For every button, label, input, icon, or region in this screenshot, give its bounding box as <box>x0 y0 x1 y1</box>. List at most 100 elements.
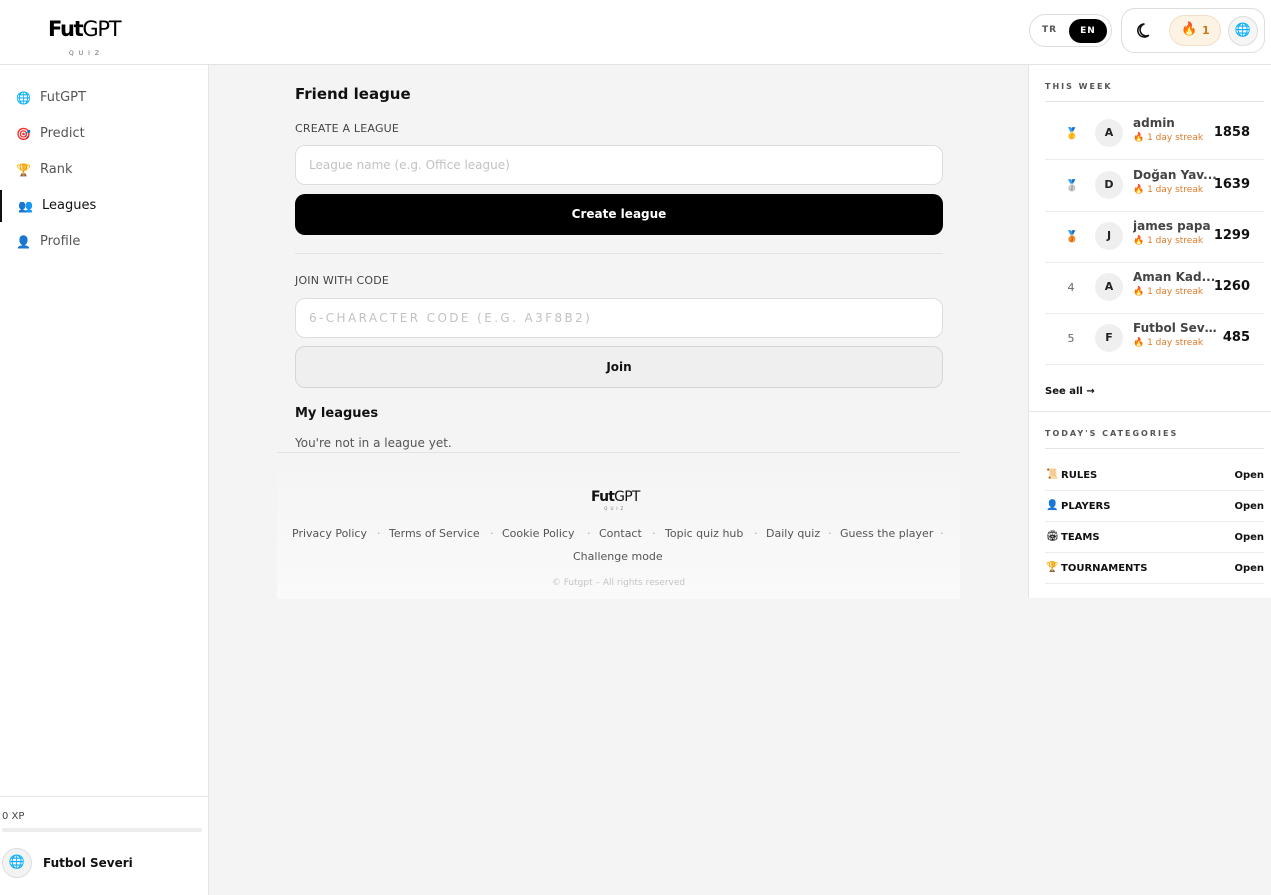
xp-label: 0 XP <box>2 811 25 822</box>
sidebar-item-futgpt[interactable]: 🌐 FutGPT <box>0 82 209 114</box>
xp-progress-bar <box>2 828 202 832</box>
sidebar-item-label: FutGPT <box>40 90 86 105</box>
language-toggle[interactable]: TR EN <box>1029 14 1112 47</box>
streak-text: 🔥 1 day streak <box>1133 185 1204 195</box>
join-code-input[interactable]: 6-CHARACTER CODE (E.G. A3F8B2) <box>295 298 943 338</box>
footer-logo-subtitle: QUIZ <box>604 506 627 511</box>
moon-icon[interactable] <box>1134 19 1156 41</box>
streak-label: 1 day streak <box>1147 185 1204 195</box>
category-row-players[interactable]: 👤 PLAYERS Open <box>1045 491 1264 522</box>
streak-badge[interactable]: 🔥 1 <box>1169 15 1221 46</box>
sidebar-item-label: Predict <box>40 126 85 141</box>
leaderboard-avatar: D <box>1095 171 1123 199</box>
page-title: Friend league <box>295 85 411 103</box>
footer-separator: · <box>652 527 656 540</box>
logo-text-bold: Fut <box>48 17 84 41</box>
sidebar-item-predict[interactable]: 🎯 Predict <box>0 118 209 150</box>
trophy-icon: 🏆 <box>16 163 31 177</box>
right-panel: THIS WEEK 🥇 A admin 🔥 1 day streak 1858 … <box>1028 65 1271 598</box>
category-open-link[interactable]: Open <box>1234 470 1264 481</box>
user-name[interactable]: Futbol Severi <box>43 856 133 870</box>
footer-link-privacy[interactable]: Privacy Policy <box>292 527 367 540</box>
panel-divider <box>1029 411 1271 412</box>
leaderboard-row[interactable]: 5 F Futbol Severi 🔥 1 day streak 485 <box>1045 314 1264 365</box>
copyright-text: © Futgpt – All rights reserved <box>551 578 686 588</box>
leaderboard-avatar: F <box>1095 324 1123 352</box>
footer-separator: · <box>940 527 944 540</box>
leaderboard-row[interactable]: 4 A Aman Kad... 🔥 1 day streak 1260 <box>1045 263 1264 314</box>
leaderboard-row[interactable]: 🥇 A admin 🔥 1 day streak 1858 <box>1045 109 1264 160</box>
users-icon: 👥 <box>18 199 33 213</box>
heading-divider <box>1045 101 1264 102</box>
my-leagues-title: My leagues <box>295 406 379 421</box>
sidebar-item-label: Leagues <box>42 198 97 213</box>
league-name-input[interactable]: League name (e.g. Office league) <box>295 145 943 185</box>
leaderboard-name: james papa <box>1133 219 1211 233</box>
user-avatar-button[interactable]: 🌐 <box>1228 16 1258 46</box>
category-open-link[interactable]: Open <box>1234 563 1264 574</box>
person-icon: 👤 <box>1046 500 1059 511</box>
lang-tr-option[interactable]: TR <box>1042 25 1057 35</box>
streak-label: 1 day streak <box>1147 338 1204 348</box>
scroll-icon: 📜 <box>1046 469 1059 480</box>
streak-label: 1 day streak <box>1147 133 1204 143</box>
person-icon: 👤 <box>16 235 31 249</box>
join-button[interactable]: Join <box>295 346 943 388</box>
streak-text: 🔥 1 day streak <box>1133 133 1204 143</box>
category-row-teams[interactable]: 🏟 TEAMS Open <box>1045 522 1264 553</box>
category-row-tournaments[interactable]: 🏆 TOURNAMENTS Open <box>1045 553 1264 584</box>
empty-leagues-text: You're not in a league yet. <box>295 436 452 450</box>
stadium-icon: 🏟 <box>1046 531 1059 542</box>
sidebar: 🌐 FutGPT 🎯 Predict 🏆 Rank 👥 Leagues 👤 Pr… <box>0 65 209 895</box>
join-code-placeholder: 6-CHARACTER CODE (E.G. A3F8B2) <box>309 311 593 325</box>
create-league-button[interactable]: Create league <box>295 194 943 235</box>
categories-heading: TODAY'S CATEGORIES <box>1045 429 1179 438</box>
streak-text: 🔥 1 day streak <box>1133 338 1204 348</box>
leaderboard-score: 1260 <box>1213 279 1250 294</box>
heading-divider <box>1045 448 1264 449</box>
silver-medal-icon: 🥈 <box>1065 179 1079 192</box>
streak-count: 1 <box>1202 24 1210 37</box>
footer-link-topic-hub[interactable]: Topic quiz hub <box>665 527 743 540</box>
leaderboard-name: Doğan Yav... <box>1133 168 1217 182</box>
footer-link-challenge[interactable]: Challenge mode <box>573 550 663 563</box>
footer-link-guess-player[interactable]: Guess the player <box>840 527 933 540</box>
leaderboard-row[interactable]: 🥉 J james papa 🔥 1 day streak 1299 <box>1045 212 1264 263</box>
leaderboard-avatar: A <box>1095 119 1123 147</box>
top-header: FutGPT QUIZ TR EN 🔥 1 🌐 <box>0 0 1271 65</box>
category-name: RULES <box>1061 470 1098 481</box>
sidebar-item-rank[interactable]: 🏆 Rank <box>0 154 209 186</box>
footer-link-terms[interactable]: Terms of Service <box>389 527 480 540</box>
footer-logo-regular: GPT <box>614 489 640 505</box>
leaderboard-score: 1639 <box>1213 177 1250 192</box>
sidebar-item-profile[interactable]: 👤 Profile <box>0 226 209 258</box>
footer: FutGPT QUIZ Privacy Policy · Terms of Se… <box>277 453 960 599</box>
sidebar-item-leagues[interactable]: 👥 Leagues <box>0 190 209 222</box>
streak-label: 1 day streak <box>1147 287 1204 297</box>
leaderboard-rank: 4 <box>1067 281 1075 294</box>
category-open-link[interactable]: Open <box>1234 501 1264 512</box>
user-avatar[interactable]: 🌐 <box>2 848 32 878</box>
leaderboard-name: admin <box>1133 116 1175 130</box>
footer-link-daily-quiz[interactable]: Daily quiz <box>766 527 820 540</box>
lang-en-option[interactable]: EN <box>1069 19 1107 43</box>
footer-separator: · <box>754 527 758 540</box>
bronze-medal-icon: 🥉 <box>1065 230 1079 243</box>
category-open-link[interactable]: Open <box>1234 532 1264 543</box>
futgpt-logo[interactable]: FutGPT QUIZ <box>48 17 122 57</box>
leaderboard-name: Futbol Severi <box>1133 321 1217 335</box>
category-name: TOURNAMENTS <box>1061 563 1148 574</box>
leaderboard-name: Aman Kad... <box>1133 270 1216 284</box>
flame-icon: 🔥 <box>1181 22 1198 37</box>
footer-logo[interactable]: FutGPT QUIZ <box>591 488 640 511</box>
footer-separator: · <box>490 527 494 540</box>
leaderboard-avatar: A <box>1095 273 1123 301</box>
footer-link-cookie[interactable]: Cookie Policy <box>502 527 574 540</box>
leaderboard-row[interactable]: 🥈 D Doğan Yav... 🔥 1 day streak 1639 <box>1045 161 1264 212</box>
this-week-heading: THIS WEEK <box>1045 82 1113 91</box>
header-actions: 🔥 1 🌐 <box>1121 8 1265 53</box>
category-row-rules[interactable]: 📜 RULES Open <box>1045 460 1264 491</box>
footer-link-contact[interactable]: Contact <box>599 527 642 540</box>
footer-separator: · <box>828 527 832 540</box>
see-all-link[interactable]: See all → <box>1045 386 1095 397</box>
